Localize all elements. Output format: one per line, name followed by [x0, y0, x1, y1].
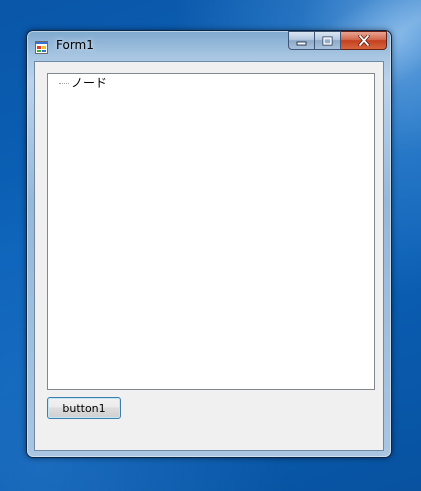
maximize-button[interactable] — [315, 31, 341, 50]
tree-node[interactable]: ノード — [59, 75, 107, 91]
caption-buttons — [288, 31, 387, 51]
close-icon — [357, 31, 370, 50]
tree-node-label: ノード — [71, 76, 108, 90]
tree-view[interactable]: ノード — [47, 73, 375, 390]
window-title: Form1 — [56, 38, 94, 52]
title-bar[interactable]: Form1 — [27, 31, 391, 61]
minimize-icon — [296, 31, 307, 50]
button1[interactable]: button1 — [47, 397, 121, 419]
close-button[interactable] — [341, 31, 387, 50]
form-client-area: ノード button1 — [34, 61, 384, 451]
application-icon[interactable] — [35, 39, 48, 54]
minimize-button[interactable] — [288, 31, 315, 50]
tree-connector-line — [59, 82, 69, 84]
form1-window: Form1 ノード button1 — [26, 30, 392, 458]
maximize-icon — [322, 31, 333, 50]
